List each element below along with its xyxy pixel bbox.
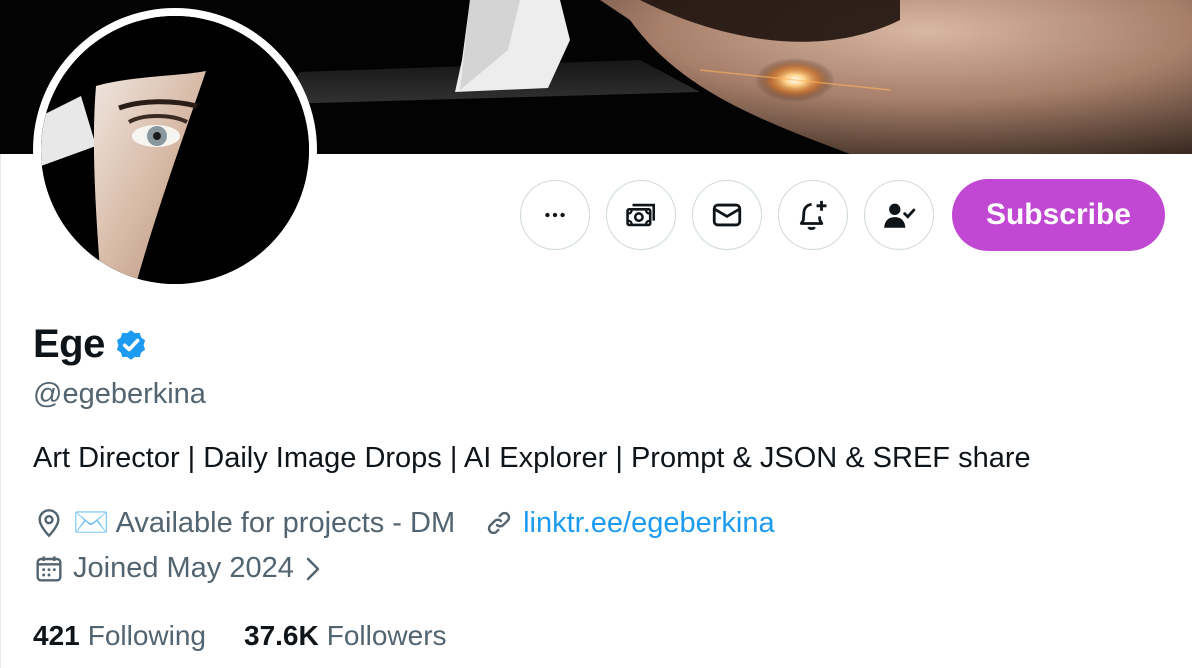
website[interactable]: linktr.ee/egeberkina bbox=[483, 507, 775, 540]
follow-stats: 421 Following 37.6K Followers bbox=[33, 620, 447, 652]
following-count: 421 bbox=[33, 620, 80, 651]
calendar-icon bbox=[36, 555, 62, 582]
chevron-right-icon bbox=[306, 557, 320, 580]
followers-stat[interactable]: 37.6K Followers bbox=[244, 620, 447, 652]
notify-button[interactable] bbox=[777, 180, 848, 250]
more-icon bbox=[545, 212, 565, 218]
location-pin-icon bbox=[38, 509, 60, 538]
more-button[interactable] bbox=[519, 180, 590, 250]
verified-badge-icon[interactable] bbox=[113, 327, 149, 363]
joined-text: Joined May 2024 bbox=[73, 552, 294, 584]
display-name: Ege bbox=[33, 322, 105, 366]
link-icon bbox=[487, 511, 511, 535]
joined-date[interactable]: Joined May 2024 bbox=[33, 552, 324, 585]
name-row: Ege bbox=[33, 322, 149, 367]
profile-bio: Art Director | Daily Image Drops | AI Ex… bbox=[33, 442, 1031, 474]
avatar[interactable] bbox=[33, 8, 317, 292]
profile-meta-row: ✉️ Available for projects - DM linktr.ee… bbox=[33, 506, 775, 540]
location: ✉️ Available for projects - DM bbox=[33, 506, 455, 540]
website-link[interactable]: linktr.ee/egeberkina bbox=[523, 507, 775, 540]
message-button[interactable] bbox=[691, 180, 762, 250]
subscribe-button[interactable]: Subscribe bbox=[951, 179, 1165, 251]
joined-row[interactable]: Joined May 2024 bbox=[33, 552, 324, 585]
profile-actions: Subscribe bbox=[519, 179, 1165, 251]
followers-count: 37.6K bbox=[244, 620, 319, 651]
left-border bbox=[0, 154, 1, 668]
following-stat[interactable]: 421 Following bbox=[33, 620, 206, 652]
envelope-icon bbox=[712, 203, 742, 227]
person-check-icon bbox=[884, 203, 916, 228]
bell-plus-icon bbox=[799, 200, 827, 231]
profile-page: Subscribe Ege @egeberkina Art Director |… bbox=[0, 0, 1192, 668]
avatar-image bbox=[41, 16, 309, 284]
following-button[interactable] bbox=[863, 180, 934, 250]
followers-label: Followers bbox=[326, 620, 447, 651]
location-text: ✉️ Available for projects - DM bbox=[73, 507, 456, 539]
following-label: Following bbox=[87, 620, 206, 651]
money-icon bbox=[626, 203, 655, 227]
tip-button[interactable] bbox=[605, 180, 676, 250]
user-handle: @egeberkina bbox=[33, 378, 206, 410]
